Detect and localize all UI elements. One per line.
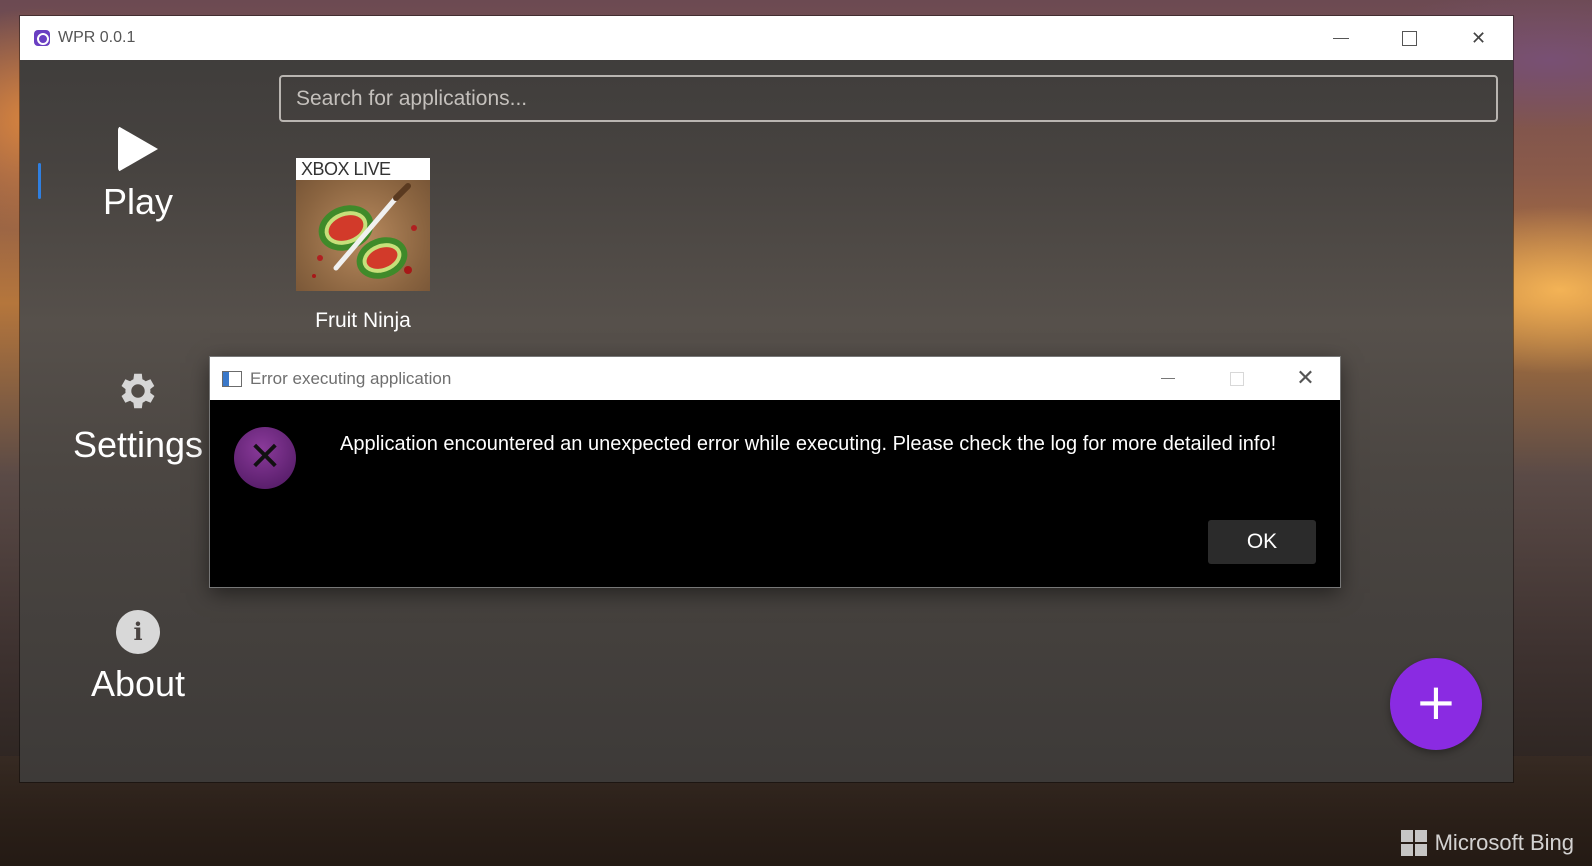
minimize-icon — [1160, 378, 1175, 379]
close-icon: ✕ — [1296, 366, 1315, 391]
error-dialog: Error executing application ✕ ✕ Applicat… — [210, 357, 1340, 587]
app-tile-fruit-ninja[interactable]: XBOX LIVE Fruit Ninja — [296, 158, 430, 333]
window-controls: ✕ — [1306, 16, 1513, 60]
app-cover-image: XBOX LIVE — [296, 158, 430, 291]
ok-button[interactable]: OK — [1208, 520, 1316, 564]
fruit-ninja-artwork — [312, 183, 417, 279]
windows-logo-icon — [1400, 830, 1427, 856]
dialog-maximize-button — [1202, 357, 1271, 400]
gear-icon — [121, 373, 155, 409]
play-icon — [118, 126, 158, 172]
title-bar[interactable]: WPR 0.0.1 ✕ — [20, 16, 1513, 60]
close-icon: ✕ — [1470, 27, 1487, 49]
bing-watermark: Microsoft Bing — [1400, 830, 1574, 856]
sidebar-item-label: About — [90, 663, 186, 704]
bing-watermark-text: Microsoft Bing — [1434, 830, 1574, 855]
app-tile-name: Fruit Ninja — [315, 309, 411, 332]
sidebar-item-label: Play — [102, 181, 174, 222]
maximize-button[interactable] — [1375, 16, 1444, 60]
sidebar-item-about[interactable]: i About — [20, 610, 256, 706]
dialog-message: Application encountered an unexpected er… — [340, 433, 1277, 455]
search-input[interactable] — [279, 75, 1498, 122]
minimize-icon — [1332, 37, 1349, 39]
dialog-close-button[interactable]: ✕ — [1271, 357, 1340, 400]
add-application-button[interactable]: + — [1390, 658, 1482, 750]
dialog-window-controls: ✕ — [1133, 357, 1340, 400]
sidebar-item-play[interactable]: Play — [20, 126, 256, 224]
close-button[interactable]: ✕ — [1444, 16, 1513, 60]
info-icon: i — [116, 610, 160, 654]
dialog-title: Error executing application — [250, 368, 452, 388]
minimize-button[interactable] — [1306, 16, 1375, 60]
maximize-icon — [1402, 30, 1417, 46]
app-logo-icon — [34, 30, 50, 46]
dialog-window-icon — [222, 370, 242, 387]
dialog-minimize-button[interactable] — [1133, 357, 1202, 400]
window-title: WPR 0.0.1 — [58, 29, 136, 46]
error-x-icon: ✕ — [234, 427, 296, 489]
maximize-icon — [1229, 371, 1244, 386]
dialog-title-bar[interactable]: Error executing application ✕ — [210, 357, 1340, 400]
